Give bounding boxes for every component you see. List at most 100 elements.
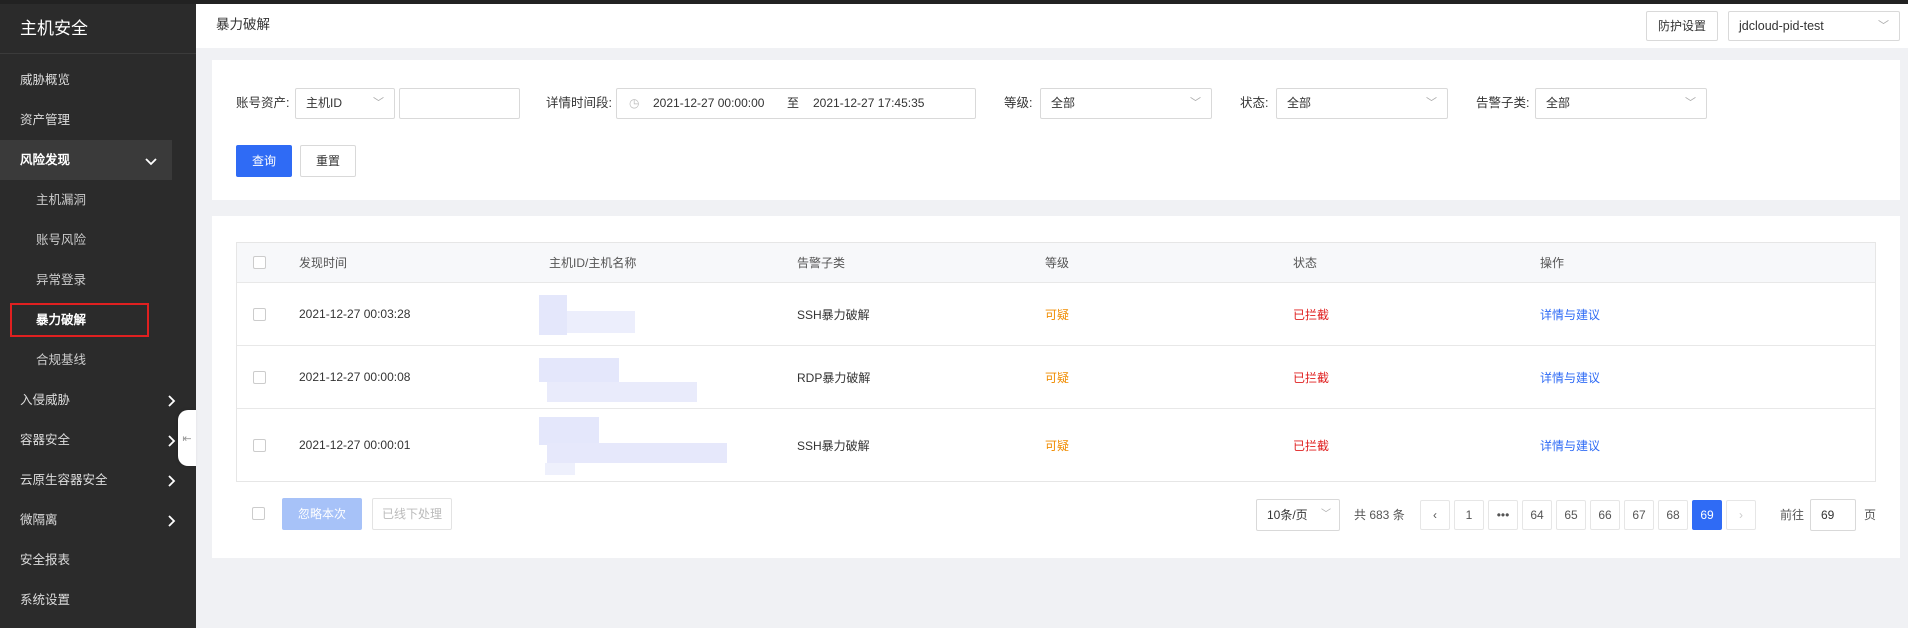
chevron-down-icon: ﹀: [373, 97, 384, 109]
next-page-button[interactable]: ›: [1726, 500, 1756, 530]
table-row: 2021-12-27 00:03:28 SSH暴力破解 可疑 已拦截 详情与建议: [237, 283, 1875, 346]
sidebar-item-label: 入侵威胁: [20, 393, 71, 407]
sidebar-item-micro-segmentation[interactable]: 微隔离: [0, 500, 196, 540]
subtype-label: 告警子类:: [1476, 96, 1530, 110]
status-label: 状态:: [1240, 96, 1269, 110]
page-button[interactable]: 68: [1658, 500, 1688, 530]
sidebar-item-asset-management[interactable]: 资产管理: [0, 100, 196, 140]
sidebar-item-cloud-native-container[interactable]: 云原生容器安全: [0, 460, 196, 500]
page-size-value: 10条/页: [1267, 508, 1308, 522]
select-all-checkbox[interactable]: [253, 256, 266, 269]
asset-label: 账号资产:: [236, 96, 290, 110]
sidebar-item-container-security[interactable]: 容器安全: [0, 420, 196, 460]
col-header-status: 状态: [1293, 256, 1318, 270]
page-button[interactable]: 1: [1454, 500, 1484, 530]
row-subtype: RDP暴力破解: [797, 370, 871, 385]
chevron-right-icon: [164, 460, 178, 500]
details-link[interactable]: 详情与建议: [1540, 283, 1600, 345]
chevron-right-icon: [164, 380, 178, 420]
chevron-down-icon: [144, 140, 158, 180]
ignore-button[interactable]: 忽略本次: [282, 498, 362, 530]
redaction-blur: [545, 463, 575, 475]
asset-type-select[interactable]: 主机ID ﹀: [295, 88, 395, 119]
page-size-select[interactable]: 10条/页 ﹀: [1256, 499, 1340, 531]
goto-unit: 页: [1864, 508, 1877, 522]
table-panel: 发现时间 主机ID/主机名称 告警子类 等级 状态 操作 2021-12-27 …: [212, 216, 1900, 558]
sidebar-item-abnormal-login[interactable]: 异常登录: [0, 260, 196, 300]
page-button[interactable]: 64: [1522, 500, 1552, 530]
chevron-down-icon: ﹀: [1190, 97, 1201, 109]
row-level: 可疑: [1045, 438, 1070, 453]
sidebar-item-system-settings[interactable]: 系统设置: [0, 580, 196, 620]
sidebar-item-intrusion-threat[interactable]: 入侵威胁: [0, 380, 196, 420]
time-start: 2021-12-27 00:00:00: [653, 96, 765, 110]
page-title: 暴力破解: [216, 17, 270, 32]
alerts-table: 发现时间 主机ID/主机名称 告警子类 等级 状态 操作 2021-12-27 …: [236, 242, 1876, 482]
chevron-right-icon: [164, 420, 178, 460]
sidebar-item-label: 主机漏洞: [36, 193, 87, 207]
row-time: 2021-12-27 00:03:28: [299, 307, 411, 321]
col-header-time: 发现时间: [299, 256, 348, 270]
time-range-picker[interactable]: ◷ 2021-12-27 00:00:00 至 2021-12-27 17:45…: [616, 88, 976, 119]
sidebar-item-label: 风险发现: [20, 153, 71, 167]
level-select[interactable]: 全部 ﹀: [1040, 88, 1212, 119]
chevron-right-icon: [164, 500, 178, 540]
sidebar-item-label: 云原生容器安全: [20, 473, 108, 487]
chevron-down-icon: ﹀: [1321, 509, 1331, 520]
col-header-action: 操作: [1540, 256, 1565, 270]
time-end: 2021-12-27 17:45:35: [813, 96, 925, 110]
status-select[interactable]: 全部 ﹀: [1276, 88, 1448, 119]
redaction-blur: [539, 417, 599, 445]
sidebar-item-label: 资产管理: [20, 113, 71, 127]
row-checkbox[interactable]: [253, 370, 266, 384]
sidebar-item-threat-overview[interactable]: 威胁概览: [0, 60, 196, 100]
sidebar-item-security-report[interactable]: 安全报表: [0, 540, 196, 580]
goto-page-input[interactable]: 69: [1810, 499, 1856, 531]
query-button[interactable]: 查询: [236, 145, 292, 177]
redaction-blur: [547, 443, 727, 463]
asset-id-input[interactable]: [399, 88, 520, 119]
prev-page-button[interactable]: ‹: [1420, 500, 1450, 530]
clock-icon: ◷: [629, 96, 640, 110]
row-checkbox[interactable]: [253, 438, 266, 452]
goto-label: 前往: [1780, 508, 1805, 522]
sidebar-collapse-handle[interactable]: ⇤: [178, 410, 196, 466]
page-button[interactable]: 66: [1590, 500, 1620, 530]
reset-button[interactable]: 重置: [300, 145, 356, 177]
row-subtype: SSH暴力破解: [797, 307, 870, 322]
row-status: 已拦截: [1293, 307, 1330, 322]
row-status: 已拦截: [1293, 370, 1330, 385]
sidebar-item-label: 威胁概览: [20, 73, 71, 87]
sidebar-item-compliance-baseline[interactable]: 合规基线: [0, 340, 196, 380]
page-header: 暴力破解 防护设置 jdcloud-pid-test ﹀: [196, 4, 1908, 48]
sidebar-item-label: 安全报表: [20, 553, 71, 567]
page-button-current[interactable]: 69: [1692, 500, 1722, 530]
sidebar-item-brute-force[interactable]: 暴力破解: [0, 300, 196, 340]
page-ellipsis[interactable]: •••: [1488, 500, 1518, 530]
offline-handled-button[interactable]: 已线下处理: [372, 498, 452, 530]
project-select[interactable]: jdcloud-pid-test ﹀: [1728, 11, 1900, 41]
sidebar-item-account-risk[interactable]: 账号风险: [0, 220, 196, 260]
table-header-row: 发现时间 主机ID/主机名称 告警子类 等级 状态 操作: [237, 243, 1875, 283]
level-select-value: 全部: [1051, 96, 1076, 110]
bulk-select-checkbox[interactable]: [252, 507, 265, 520]
details-link[interactable]: 详情与建议: [1540, 409, 1600, 481]
page-button[interactable]: 65: [1556, 500, 1586, 530]
table-row: 2021-12-27 00:00:08 RDP暴力破解 可疑 已拦截 详情与建议: [237, 346, 1875, 409]
subtype-select[interactable]: 全部 ﹀: [1535, 88, 1707, 119]
table-row: 2021-12-27 00:00:01 SSH暴力破解 可疑 已拦截 详情与建议: [237, 409, 1875, 481]
collapse-icon: ⇤: [182, 432, 192, 445]
details-link[interactable]: 详情与建议: [1540, 346, 1600, 408]
sidebar-item-label: 账号风险: [36, 233, 87, 247]
sidebar-item-label: 合规基线: [36, 353, 87, 367]
protect-settings-button[interactable]: 防护设置: [1646, 11, 1718, 41]
page-button[interactable]: 67: [1624, 500, 1654, 530]
chevron-down-icon: ﹀: [1878, 20, 1889, 32]
sidebar-item-host-vuln[interactable]: 主机漏洞: [0, 180, 196, 220]
filter-panel: 账号资产: 主机ID ﹀ 详情时间段: ◷ 2021-12-27 00:00:0…: [212, 60, 1900, 200]
status-select-value: 全部: [1287, 96, 1312, 110]
time-range-label: 详情时间段:: [546, 96, 612, 110]
sidebar-item-risk-discovery[interactable]: 风险发现: [0, 140, 172, 180]
row-checkbox[interactable]: [253, 307, 266, 321]
chevron-down-icon: ﹀: [1685, 97, 1696, 109]
